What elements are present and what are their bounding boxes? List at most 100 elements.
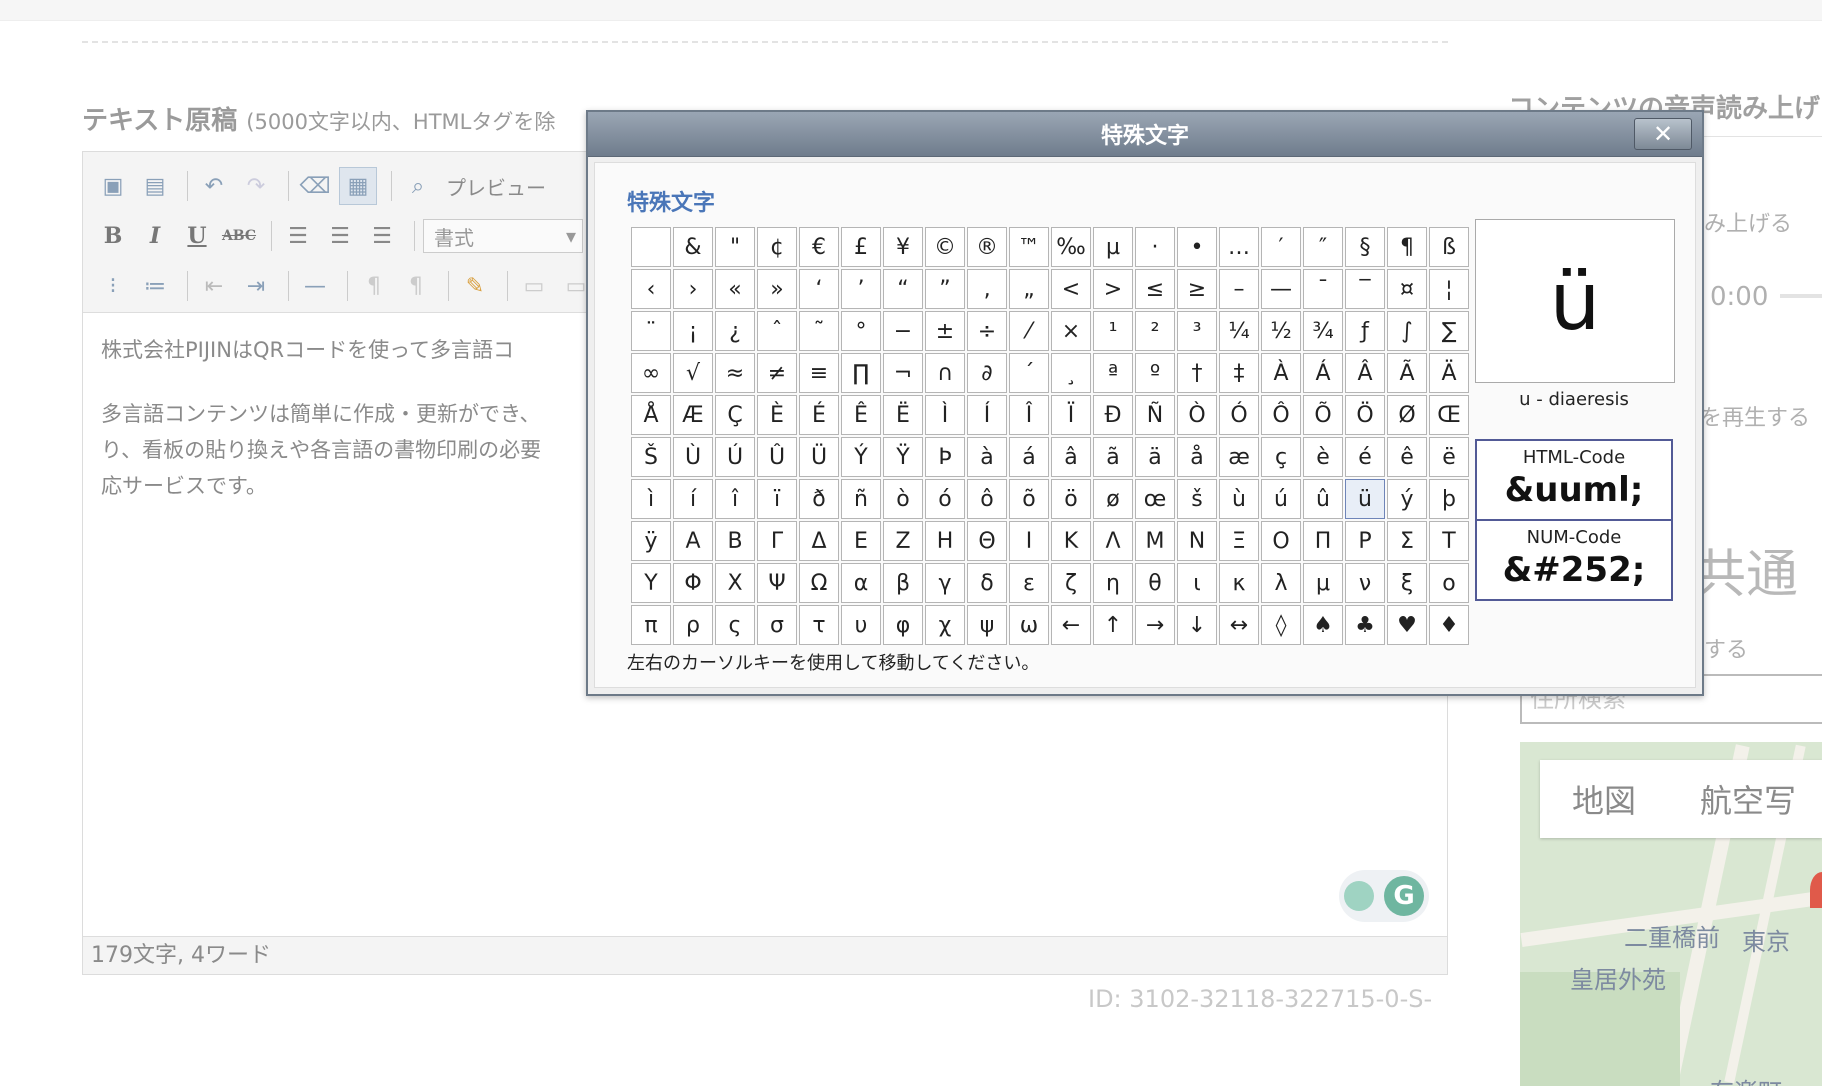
char-cell[interactable]: ε: [1009, 563, 1049, 603]
char-cell[interactable]: É: [799, 395, 839, 435]
char-cell[interactable]: ↔: [1219, 605, 1259, 645]
char-cell[interactable]: ∏: [841, 353, 881, 393]
char-cell[interactable]: ö: [1051, 479, 1091, 519]
char-cell[interactable]: ": [715, 227, 755, 267]
char-cell[interactable]: ï: [757, 479, 797, 519]
char-cell[interactable]: š: [1177, 479, 1217, 519]
char-cell[interactable]: ↑: [1093, 605, 1133, 645]
char-cell[interactable]: ±: [925, 311, 965, 351]
char-cell[interactable]: »: [757, 269, 797, 309]
char-cell[interactable]: Ö: [1345, 395, 1385, 435]
char-cell[interactable]: ³: [1177, 311, 1217, 351]
char-cell[interactable]: Ν: [1177, 521, 1217, 561]
char-cell[interactable]: À: [1261, 353, 1301, 393]
char-cell[interactable]: ¸: [1051, 353, 1091, 393]
char-cell[interactable]: ♣: [1345, 605, 1385, 645]
char-cell[interactable]: ≈: [715, 353, 755, 393]
char-cell[interactable]: Α: [673, 521, 713, 561]
char-cell[interactable]: ♠: [1303, 605, 1343, 645]
char-cell[interactable]: χ: [925, 605, 965, 645]
char-cell[interactable]: æ: [1219, 437, 1259, 477]
char-cell[interactable]: ♦: [1429, 605, 1469, 645]
char-cell[interactable]: ¿: [715, 311, 755, 351]
char-cell[interactable]: ∞: [631, 353, 671, 393]
char-cell[interactable]: Ì: [925, 395, 965, 435]
preview-icon[interactable]: ⌕: [400, 168, 436, 204]
redo-icon[interactable]: ↷: [238, 168, 274, 204]
char-cell[interactable]: ‚: [967, 269, 1007, 309]
char-cell[interactable]: π: [631, 605, 671, 645]
char-cell[interactable]: ¶: [1387, 227, 1427, 267]
char-cell[interactable]: Ý: [841, 437, 881, 477]
numbered-list-icon[interactable]: ≔: [137, 268, 173, 304]
char-cell[interactable]: ª: [1093, 353, 1133, 393]
char-cell[interactable]: õ: [1009, 479, 1049, 519]
char-cell[interactable]: ˆ: [757, 311, 797, 351]
char-cell[interactable]: Þ: [925, 437, 965, 477]
char-cell[interactable]: ♥: [1387, 605, 1427, 645]
italic-button[interactable]: I: [137, 218, 173, 254]
char-cell[interactable]: Ù: [673, 437, 713, 477]
char-cell[interactable]: ô: [967, 479, 1007, 519]
bold-button[interactable]: B: [95, 218, 131, 254]
char-cell[interactable]: Π: [1303, 521, 1343, 561]
char-cell[interactable]: £: [841, 227, 881, 267]
preview-button[interactable]: プレビュー: [446, 172, 546, 201]
char-cell[interactable]: ˜: [799, 311, 839, 351]
char-cell[interactable]: „: [1009, 269, 1049, 309]
char-cell[interactable]: Á: [1303, 353, 1343, 393]
char-cell[interactable]: α: [841, 563, 881, 603]
char-cell[interactable]: ≥: [1177, 269, 1217, 309]
char-cell[interactable]: €: [799, 227, 839, 267]
char-cell[interactable]: ν: [1345, 563, 1385, 603]
char-cell[interactable]: È: [757, 395, 797, 435]
char-cell[interactable]: μ: [1303, 563, 1343, 603]
char-cell[interactable]: ∂: [967, 353, 1007, 393]
char-cell[interactable]: ψ: [967, 605, 1007, 645]
char-cell[interactable]: û: [1303, 479, 1343, 519]
char-cell[interactable]: σ: [757, 605, 797, 645]
char-cell[interactable]: ◊: [1261, 605, 1301, 645]
char-cell[interactable]: ‘: [799, 269, 839, 309]
char-cell[interactable]: Š: [631, 437, 671, 477]
char-cell[interactable]: ¦: [1429, 269, 1469, 309]
char-cell[interactable]: Φ: [673, 563, 713, 603]
char-cell[interactable]: þ: [1429, 479, 1469, 519]
char-cell[interactable]: Ä: [1429, 353, 1469, 393]
char-cell[interactable]: …: [1219, 227, 1259, 267]
align-center-icon[interactable]: ☰: [322, 218, 358, 254]
char-cell[interactable]: [631, 227, 671, 267]
char-cell[interactable]: ®: [967, 227, 1007, 267]
char-cell[interactable]: Ÿ: [883, 437, 923, 477]
char-cell[interactable]: ²: [1135, 311, 1175, 351]
char-cell[interactable]: ú: [1261, 479, 1301, 519]
align-right-icon[interactable]: ☰: [364, 218, 400, 254]
char-cell[interactable]: Ξ: [1219, 521, 1259, 561]
dialog-title-bar[interactable]: 特殊文字 ✕: [588, 112, 1702, 157]
char-cell[interactable]: ‰: [1051, 227, 1091, 267]
table-icon[interactable]: ▦: [339, 167, 377, 205]
map[interactable]: 地図 航空写 二重橋前 東京 皇居外苑 有楽町: [1520, 742, 1822, 1086]
char-cell[interactable]: Ø: [1387, 395, 1427, 435]
char-cell[interactable]: Θ: [967, 521, 1007, 561]
char-cell[interactable]: Ï: [1051, 395, 1091, 435]
char-cell[interactable]: ←: [1051, 605, 1091, 645]
char-cell[interactable]: Î: [1009, 395, 1049, 435]
char-cell[interactable]: Ε: [841, 521, 881, 561]
char-cell[interactable]: ξ: [1387, 563, 1427, 603]
char-cell[interactable]: –: [1219, 269, 1259, 309]
char-cell[interactable]: ü: [1345, 479, 1385, 519]
char-cell[interactable]: Σ: [1387, 521, 1427, 561]
char-cell[interactable]: °: [841, 311, 881, 351]
underline-button[interactable]: U: [179, 218, 215, 254]
char-cell[interactable]: η: [1093, 563, 1133, 603]
char-cell[interactable]: á: [1009, 437, 1049, 477]
char-cell[interactable]: ¡: [673, 311, 713, 351]
char-cell[interactable]: ¯: [1303, 269, 1343, 309]
char-cell[interactable]: ¢: [757, 227, 797, 267]
char-cell[interactable]: ì: [631, 479, 671, 519]
save-icon[interactable]: ▣: [95, 168, 131, 204]
char-cell[interactable]: ×: [1051, 311, 1091, 351]
char-cell[interactable]: →: [1135, 605, 1175, 645]
char-cell[interactable]: >: [1093, 269, 1133, 309]
